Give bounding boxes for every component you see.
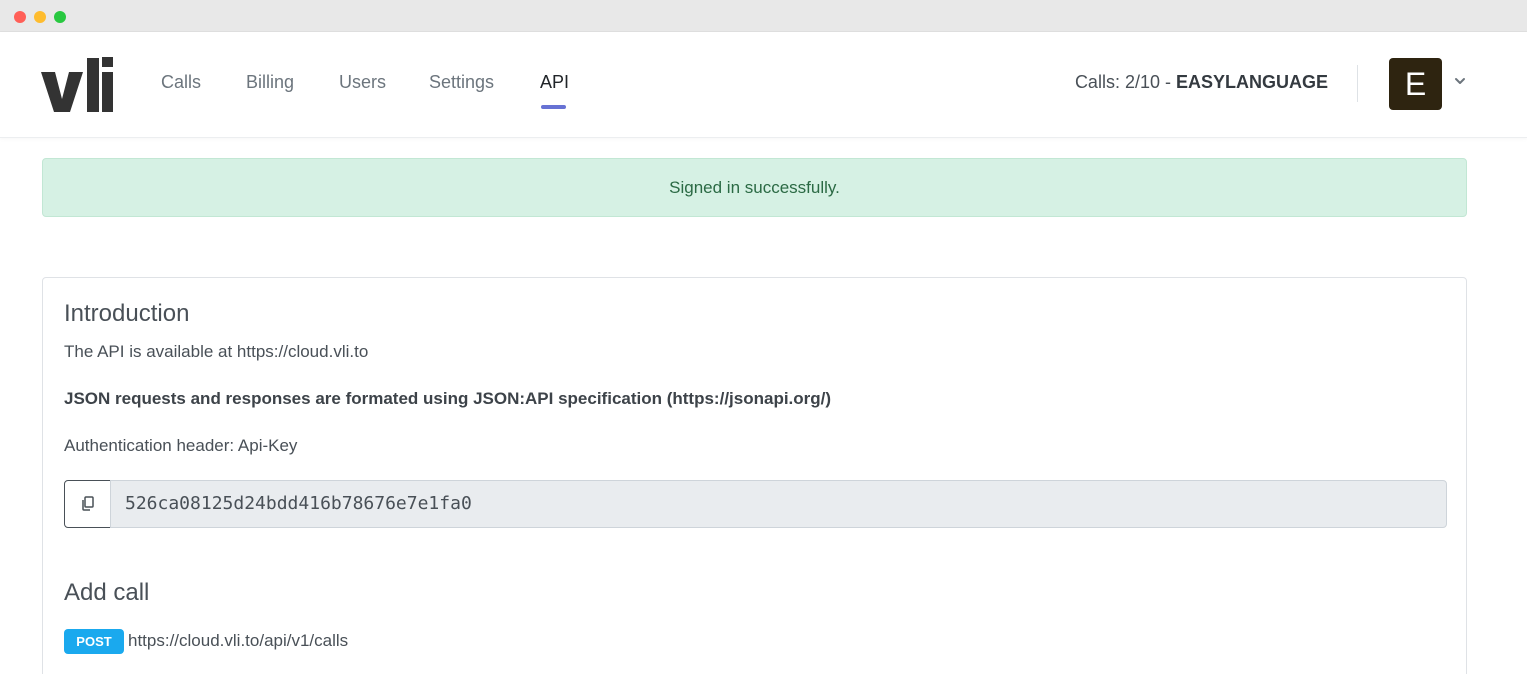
nav-api[interactable]: API — [540, 72, 569, 93]
nav-settings[interactable]: Settings — [429, 72, 494, 93]
api-availability-text: The API is available at https://cloud.vl… — [64, 342, 369, 361]
api-key-field[interactable]: 526ca08125d24bdd416b78676e7e1fa0 — [110, 480, 1447, 528]
navbar-divider — [1357, 65, 1358, 102]
active-tab-indicator — [541, 105, 566, 109]
calls-count: Calls: 2/10 - — [1074, 72, 1176, 92]
auth-header-text: Authentication header: Api-Key — [64, 436, 298, 455]
window-titlebar — [0, 0, 1527, 32]
nav-billing[interactable]: Billing — [246, 72, 294, 93]
json-spec-note: JSON requests and responses are formated… — [64, 389, 832, 408]
http-method-badge: POST — [64, 629, 124, 654]
copy-api-key-button[interactable] — [64, 480, 111, 528]
user-avatar[interactable]: E — [1389, 58, 1442, 110]
vli-logo[interactable] — [41, 55, 113, 113]
chevron-down-icon[interactable] — [1453, 74, 1467, 88]
introduction-heading: Introduction — [64, 300, 190, 327]
add-call-heading: Add call — [64, 579, 150, 606]
account-name: EASYLANGUAGE — [1175, 72, 1328, 92]
maximize-window-button[interactable] — [54, 11, 66, 23]
api-key-group: 526ca08125d24bdd416b78676e7e1fa0 — [64, 480, 1447, 528]
minimize-window-button[interactable] — [34, 11, 46, 23]
close-window-button[interactable] — [14, 11, 26, 23]
calls-usage: Calls: 2/10 - EASYLANGUAGE — [1075, 72, 1328, 93]
success-alert: Signed in successfully. — [42, 158, 1467, 217]
copy-icon — [82, 496, 94, 511]
nav-calls[interactable]: Calls — [161, 72, 201, 93]
api-docs-card: Introduction The API is available at htt… — [42, 277, 1467, 674]
nav-users[interactable]: Users — [339, 72, 386, 93]
top-navbar: Calls Billing Users Settings API Calls: … — [0, 32, 1527, 138]
endpoint-url: https://cloud.vli.to/api/v1/calls — [128, 631, 349, 650]
